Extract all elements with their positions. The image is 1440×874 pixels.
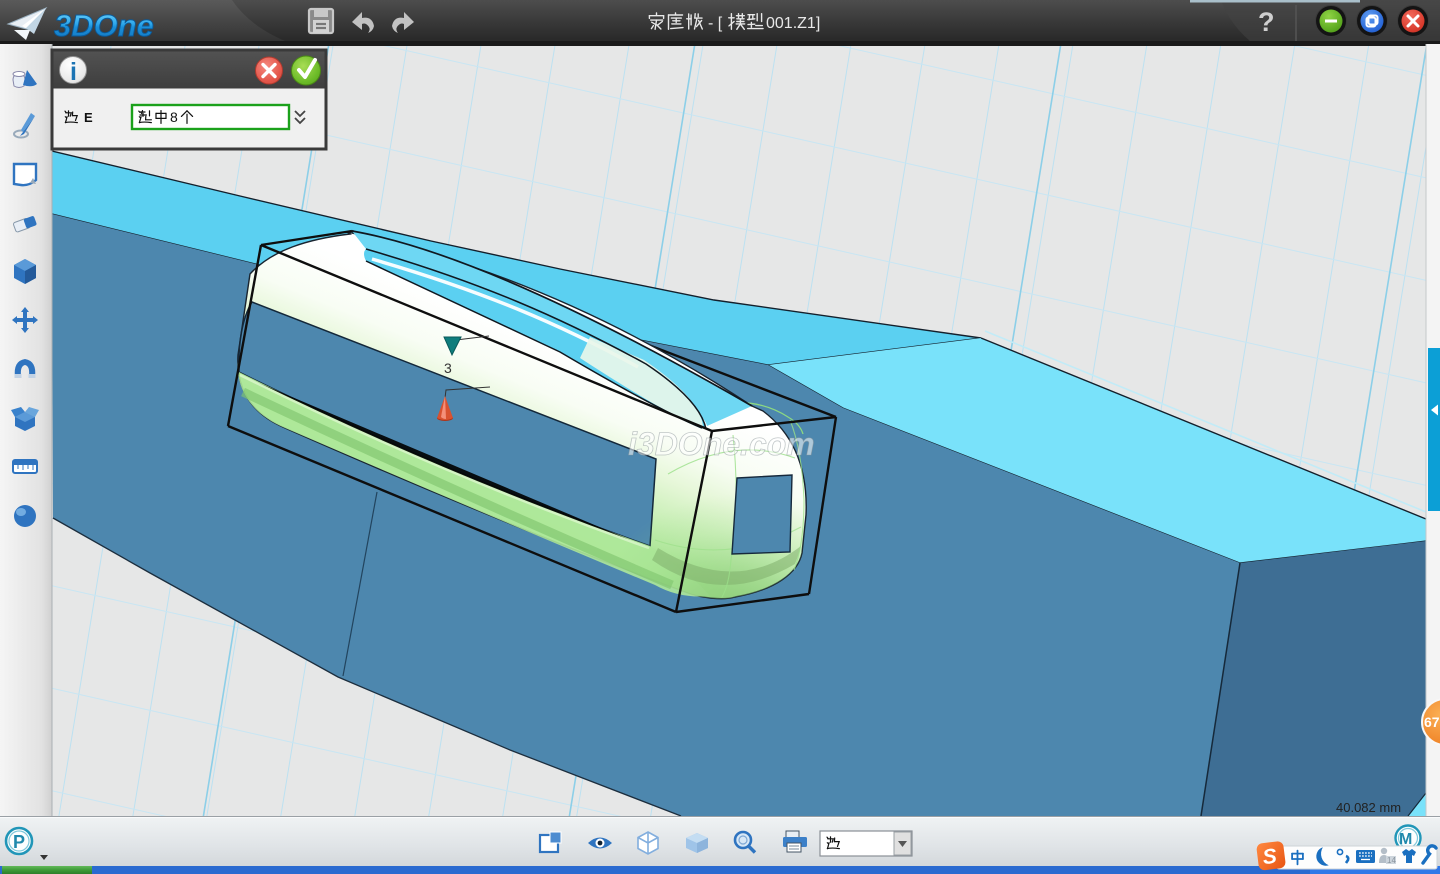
svg-text:40.082 mm: 40.082 mm	[1336, 800, 1401, 815]
svg-text:- [: - [	[708, 15, 723, 32]
svg-text:67: 67	[1424, 714, 1440, 730]
svg-text:8: 8	[170, 109, 178, 125]
svg-text:M: M	[1399, 831, 1412, 848]
svg-text:E: E	[84, 110, 93, 125]
svg-text:3: 3	[444, 360, 452, 376]
svg-text:S: S	[1261, 845, 1278, 870]
svg-text:001.Z1]: 001.Z1]	[766, 15, 820, 32]
svg-text:?: ?	[1258, 7, 1275, 37]
svg-text:i3DOne.com: i3DOne.com	[628, 426, 815, 462]
svg-text:14: 14	[1387, 856, 1396, 865]
svg-text:i: i	[70, 58, 77, 86]
svg-text:3DOne: 3DOne	[54, 8, 154, 43]
svg-text:P: P	[13, 832, 25, 852]
